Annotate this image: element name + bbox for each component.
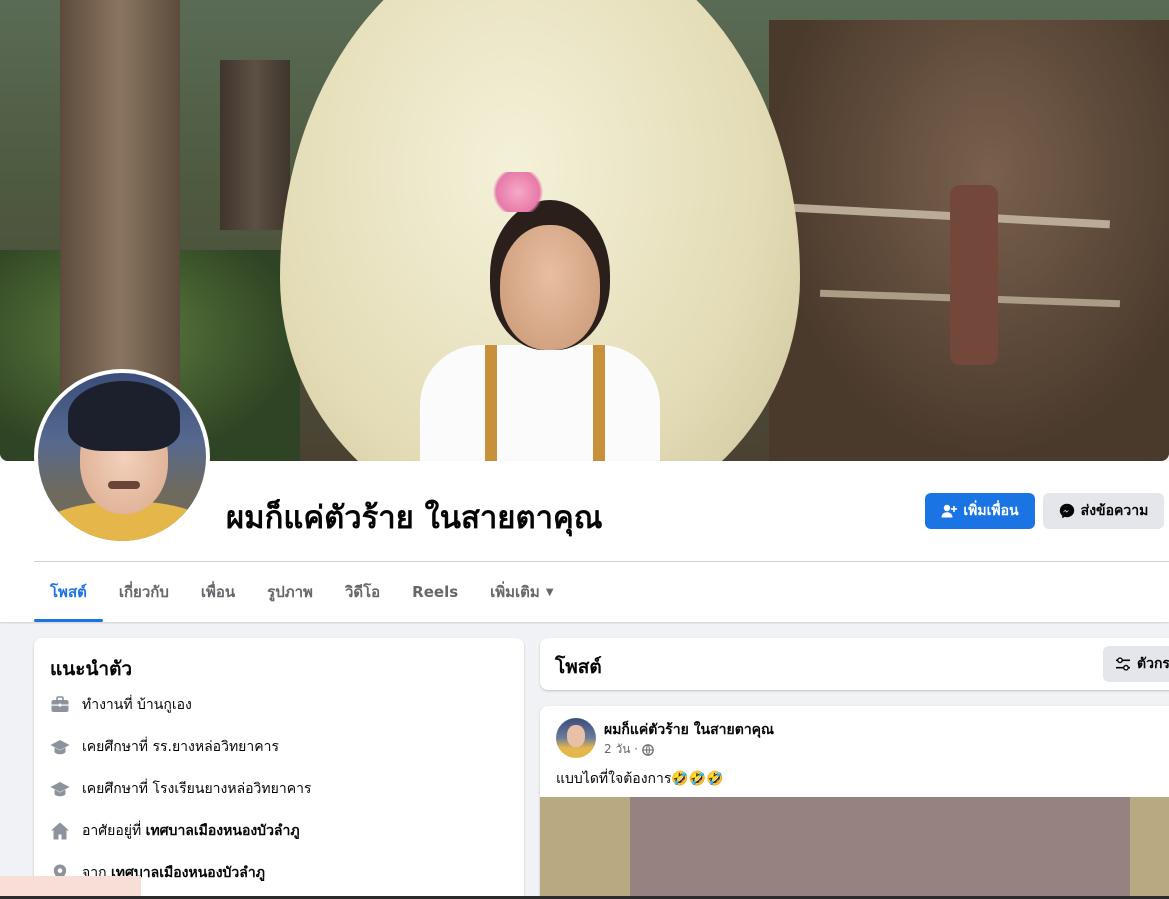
filter-button[interactable]: ตัวกรอง bbox=[1103, 646, 1169, 682]
tab-more-label: เพิ่มเติม bbox=[490, 583, 540, 601]
post-author-name[interactable]: ผมก็แค่ตัวร้าย ในสายตาคุณ bbox=[604, 719, 774, 741]
cover-hair-flower bbox=[488, 172, 548, 212]
send-message-button[interactable]: ส่งข้อความ bbox=[1043, 493, 1164, 529]
profile-tabs: โพสต์ เกี่ยวกับ เพื่อน รูปภาพ วิดีโอ Ree… bbox=[34, 562, 570, 622]
avatar-mouth bbox=[108, 481, 140, 489]
tab-photos-label: รูปภาพ bbox=[267, 583, 313, 601]
post-avatar-face bbox=[567, 725, 585, 747]
cover-tree-trunk bbox=[60, 0, 180, 400]
intro-title: แนะนำตัว bbox=[50, 658, 133, 680]
cover-child-apron bbox=[485, 345, 605, 461]
add-friend-label: เพิ่มเพื่อน bbox=[963, 503, 1019, 519]
intro-lives-in: อาศัยอยู่ที่ เทศบาลเมืองหนองบัวลำภู bbox=[50, 820, 300, 842]
messenger-icon bbox=[1059, 503, 1074, 519]
profile-avatar[interactable] bbox=[34, 369, 210, 545]
filter-label: ตัวกรอง bbox=[1137, 656, 1169, 672]
intro-education-1: เคยศึกษาที่ รร.ยางหล่อวิทยาคาร bbox=[50, 736, 279, 758]
avatar-hair bbox=[68, 381, 180, 451]
add-friend-icon bbox=[941, 504, 958, 518]
briefcase-icon bbox=[50, 695, 70, 715]
graduation-cap-icon bbox=[50, 779, 70, 799]
intro-work: ทำงานที่ บ้านกูเอง bbox=[50, 694, 192, 716]
tab-posts-label: โพสต์ bbox=[50, 583, 87, 601]
tab-about-label: เกี่ยวกับ bbox=[118, 583, 169, 601]
intro-card: แนะนำตัว ทำงานที่ บ้านกูเอง เคยศึกษาที่ … bbox=[34, 638, 524, 899]
tab-reels[interactable]: Reels bbox=[396, 562, 474, 622]
posts-header-card: โพสต์ ตัวกรอง bbox=[540, 638, 1169, 690]
home-icon bbox=[50, 821, 70, 841]
chevron-down-icon: ▼ bbox=[545, 586, 554, 598]
post-photo-content bbox=[630, 797, 1130, 899]
tab-friends-label: เพื่อน bbox=[200, 583, 236, 601]
tab-videos[interactable]: วิดีโอ bbox=[329, 562, 396, 622]
post-timestamp[interactable]: 2 วัน · bbox=[604, 740, 638, 759]
intro-education-2: เคยศึกษาที่ โรงเรียนยางหล่อวิทยาคาร bbox=[50, 778, 311, 800]
intro-lives-in-prefix: อาศัยอยู่ที่ bbox=[82, 823, 142, 839]
tab-videos-label: วิดีโอ bbox=[344, 583, 381, 601]
avatar-photo bbox=[38, 373, 206, 541]
post-author-avatar[interactable] bbox=[556, 718, 596, 758]
graduation-cap-icon bbox=[50, 737, 70, 757]
cover-child-face bbox=[500, 225, 600, 350]
post-meta: 2 วัน · bbox=[604, 740, 654, 759]
tab-about[interactable]: เกี่ยวกับ bbox=[103, 562, 185, 622]
filter-icon bbox=[1116, 657, 1130, 671]
cover-fence-post bbox=[950, 185, 998, 365]
tab-friends[interactable]: เพื่อน bbox=[185, 562, 251, 622]
tab-photos[interactable]: รูปภาพ bbox=[251, 562, 329, 622]
tab-reels-label: Reels bbox=[412, 583, 459, 601]
post-photo[interactable] bbox=[540, 797, 1169, 899]
globe-icon bbox=[642, 743, 654, 756]
post-card: ผมก็แค่ตัวร้าย ในสายตาคุณ 2 วัน · แบบไดท… bbox=[540, 706, 1169, 899]
add-friend-button[interactable]: เพิ่มเพื่อน bbox=[925, 493, 1035, 529]
posts-title: โพสต์ bbox=[555, 656, 602, 678]
post-text: แบบไดที่ใจต้องการ🤣🤣🤣 bbox=[556, 771, 724, 787]
intro-lives-in-place[interactable]: เทศบาลเมืองหนองบัวลำภู bbox=[146, 820, 300, 842]
send-message-label: ส่งข้อความ bbox=[1080, 503, 1149, 519]
profile-name: ผมก็แค่ตัวร้าย ในสายตาคุณ bbox=[226, 500, 603, 536]
intro-education-1-text: เคยศึกษาที่ รร.ยางหล่อวิทยาคาร bbox=[82, 739, 279, 755]
intro-work-text: ทำงานที่ บ้านกูเอง bbox=[82, 697, 192, 713]
cover-tree-trunk-2 bbox=[220, 60, 290, 230]
tab-posts[interactable]: โพสต์ bbox=[34, 562, 103, 622]
intro-education-2-text: เคยศึกษาที่ โรงเรียนยางหล่อวิทยาคาร bbox=[82, 781, 312, 797]
tab-more[interactable]: เพิ่มเติม ▼ bbox=[474, 562, 569, 622]
